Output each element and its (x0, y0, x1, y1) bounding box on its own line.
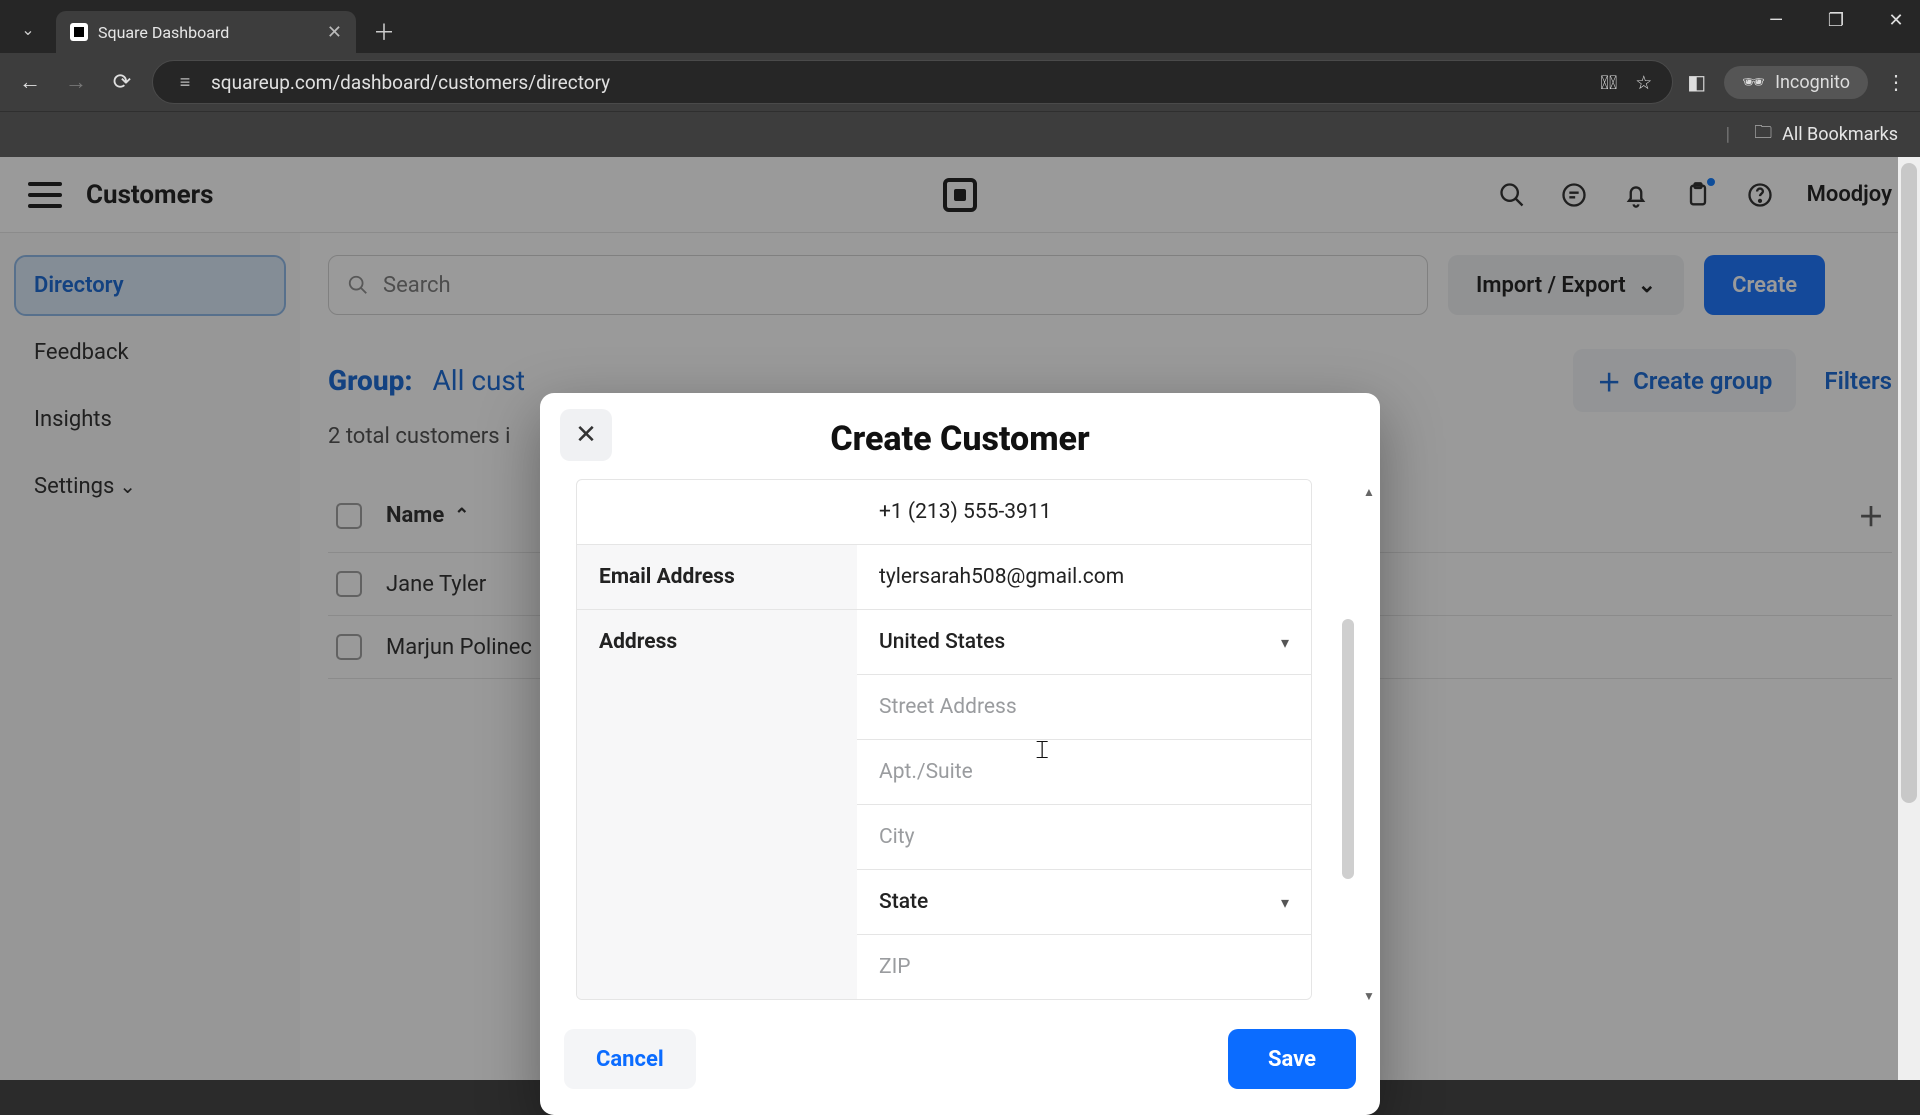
tabs-dropdown[interactable]: ⌄ (8, 9, 48, 49)
browser-chrome: ⌄ Square Dashboard ✕ ＋ — ❐ ✕ ← → ⟳ ≡ squ… (0, 0, 1920, 157)
save-button[interactable]: Save (1228, 1029, 1356, 1089)
new-tab-button[interactable]: ＋ (364, 11, 404, 51)
scrollbar-thumb[interactable] (1901, 163, 1917, 803)
browser-tab[interactable]: Square Dashboard ✕ (56, 11, 356, 53)
window-maximize-icon[interactable]: ❐ (1822, 10, 1850, 31)
window-controls: — ❐ ✕ (1762, 10, 1910, 31)
state-value: State (879, 890, 928, 914)
nav-reload-icon[interactable]: ⟳ (106, 66, 138, 98)
side-panel-icon[interactable]: ◧ (1687, 70, 1706, 94)
scroll-up-icon[interactable]: ▲ (1362, 485, 1376, 499)
country-select[interactable]: United States ▾ (857, 610, 1311, 674)
site-info-icon[interactable]: ≡ (173, 70, 197, 94)
city-input[interactable] (857, 805, 1311, 869)
create-customer-modal: ✕ Create Customer ▲ ▼ . Email Address (540, 393, 1380, 1115)
inner-scrollbar-thumb[interactable] (1342, 619, 1354, 879)
nav-back-icon[interactable]: ← (14, 66, 46, 98)
close-icon: ✕ (575, 420, 597, 450)
page-scrollbar[interactable] (1898, 157, 1920, 1080)
customer-form: . Email Address Address (576, 479, 1312, 1000)
tab-title: Square Dashboard (98, 23, 229, 42)
country-value: United States (879, 630, 1005, 654)
window-minimize-icon[interactable]: — (1762, 10, 1790, 31)
state-select[interactable]: State ▾ (857, 870, 1311, 934)
tab-close-icon[interactable]: ✕ (327, 22, 342, 43)
address-label: Address (577, 610, 857, 999)
square-favicon-icon (70, 23, 88, 41)
scroll-down-icon[interactable]: ▼ (1362, 989, 1376, 1003)
modal-footer: Cancel Save (540, 1009, 1380, 1115)
url-text: squareup.com/dashboard/customers/directo… (211, 71, 610, 94)
chevron-down-icon: ▾ (1281, 893, 1289, 912)
incognito-chip[interactable]: 🕶 Incognito (1724, 66, 1868, 99)
incognito-label: Incognito (1775, 72, 1850, 93)
zip-input[interactable] (857, 935, 1311, 999)
cancel-button[interactable]: Cancel (564, 1029, 696, 1089)
phone-input[interactable] (857, 480, 1311, 544)
omnibox[interactable]: ≡ squareup.com/dashboard/customers/direc… (152, 60, 1673, 104)
tracking-off-icon[interactable]: 👁̶ (1600, 71, 1617, 94)
address-bar: ← → ⟳ ≡ squareup.com/dashboard/customers… (0, 53, 1920, 111)
chrome-menu-icon[interactable]: ⋮ (1886, 70, 1906, 94)
bookmarks-folder-icon[interactable]: 🗀 (1754, 120, 1772, 150)
modal-close-button[interactable]: ✕ (560, 409, 612, 461)
email-label: Email Address (577, 545, 857, 609)
nav-forward-icon[interactable]: → (60, 66, 92, 98)
modal-body: ▲ ▼ . Email Address (540, 479, 1380, 1009)
all-bookmarks-link[interactable]: All Bookmarks (1782, 124, 1898, 145)
window-close-icon[interactable]: ✕ (1882, 10, 1910, 31)
chevron-down-icon: ▾ (1281, 633, 1289, 652)
apt-input[interactable] (857, 740, 1311, 804)
bookmarks-bar: | 🗀 All Bookmarks (0, 111, 1920, 157)
modal-title: Create Customer (540, 419, 1380, 459)
street-input[interactable] (857, 675, 1311, 739)
email-input[interactable] (857, 545, 1311, 609)
square-app: Customers Moodjoy Directory Feedback Ins… (0, 157, 1920, 1080)
bookmark-star-icon[interactable]: ☆ (1635, 71, 1652, 94)
incognito-icon: 🕶 (1742, 72, 1765, 93)
